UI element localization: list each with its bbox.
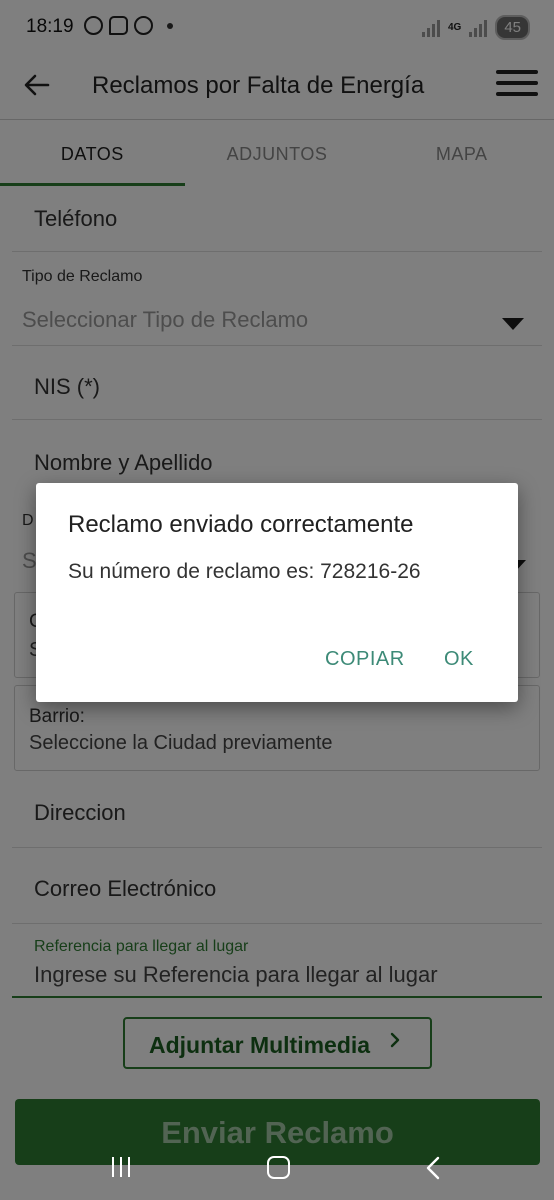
ok-button[interactable]: OK [444,648,474,671]
system-nav-bar [0,1140,554,1200]
dialog-message: Su número de reclamo es: 728216-26 [68,560,421,583]
dialog-title: Reclamo enviado correctamente [68,511,414,538]
home-icon[interactable] [267,1156,290,1179]
nav-back-icon[interactable] [424,1156,442,1180]
recents-icon[interactable] [112,1157,136,1179]
success-dialog: Reclamo enviado correctamente Su número … [36,483,518,702]
copiar-button[interactable]: COPIAR [325,648,405,671]
